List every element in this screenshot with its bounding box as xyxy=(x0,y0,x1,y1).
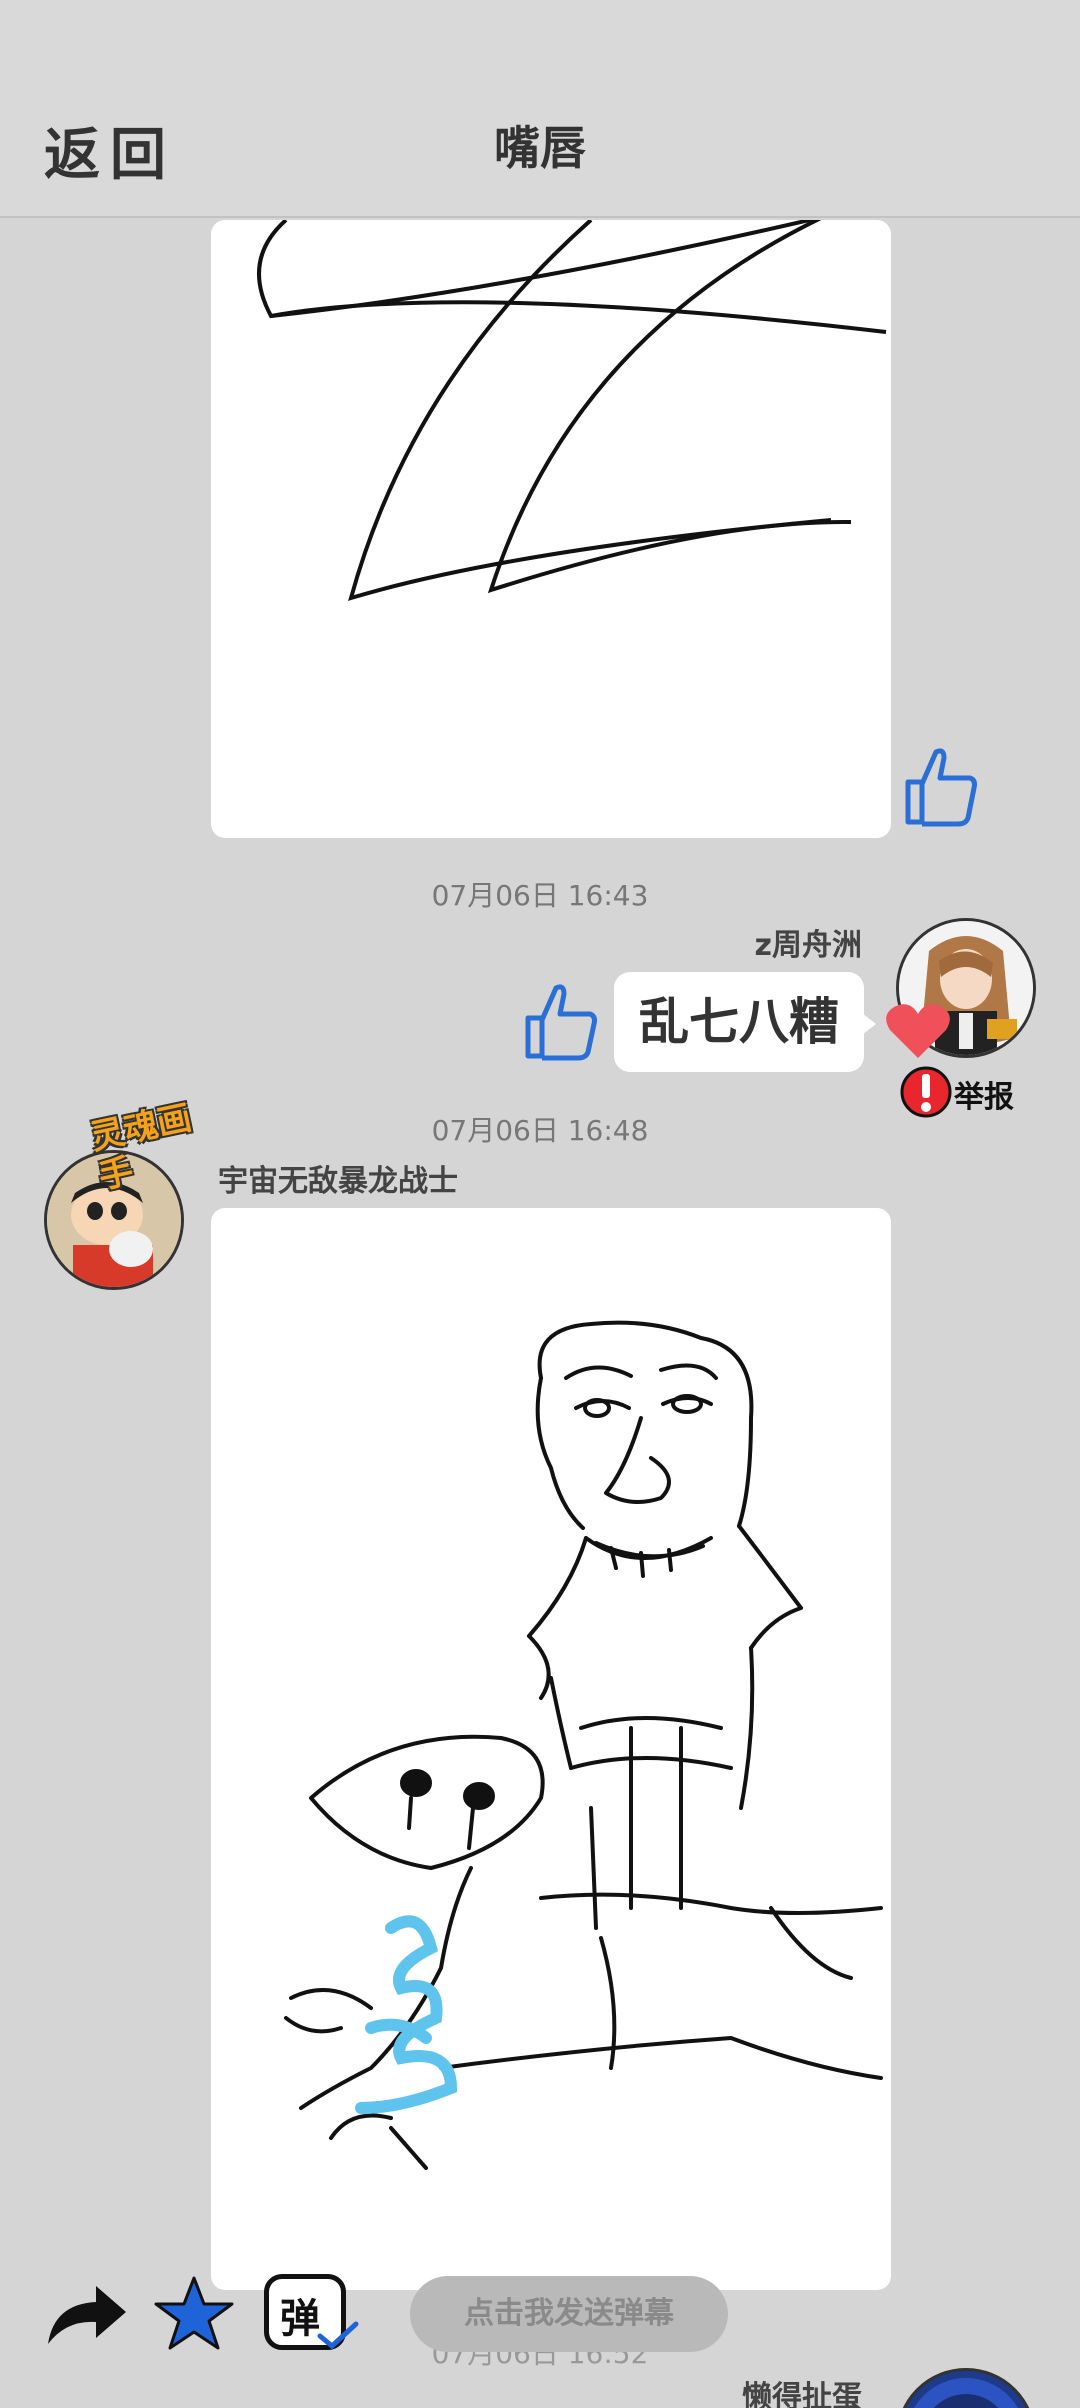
drawing-sketch-man xyxy=(284,1320,883,2170)
heart-button[interactable] xyxy=(884,1000,952,1060)
drawing-scribble-z xyxy=(257,220,887,601)
app-header: 返回 嘴唇 xyxy=(0,0,1080,218)
like-button-1[interactable] xyxy=(900,742,980,832)
avatar-placeholder xyxy=(914,2378,1018,2408)
danmaku-input[interactable]: 点击我发送弹幕 xyxy=(410,2276,728,2352)
heart-icon xyxy=(886,1004,950,1058)
drawing-canvas-2[interactable] xyxy=(211,1208,891,2290)
favorite-button[interactable] xyxy=(154,2274,234,2354)
like-button-2[interactable] xyxy=(520,980,600,1064)
danmaku-toggle[interactable]: 弹 xyxy=(262,2272,362,2356)
page-title: 嘴唇 xyxy=(494,121,586,175)
timestamp: 07月06日 16:43 xyxy=(431,879,649,912)
danmaku-icon-text: 弹 xyxy=(280,2296,320,2342)
message-bubble[interactable]: 乱七八糟 xyxy=(614,972,864,1072)
drawing-canvas-1[interactable] xyxy=(211,220,891,838)
avatar[interactable] xyxy=(896,2368,1036,2408)
author-name: z周舟洲 xyxy=(754,928,862,963)
author-name: 宇宙无敌暴龙战士 xyxy=(218,1164,458,1199)
thumbs-up-icon xyxy=(905,748,977,827)
star-icon xyxy=(154,2276,234,2350)
share-arrow-icon xyxy=(48,2286,126,2344)
author-name: 懒得扯蛋 xyxy=(742,2380,862,2408)
check-icon xyxy=(317,2321,359,2350)
thumbs-up-icon xyxy=(525,984,597,1061)
share-button[interactable] xyxy=(44,2280,128,2350)
bubble-tail xyxy=(858,1010,876,1038)
